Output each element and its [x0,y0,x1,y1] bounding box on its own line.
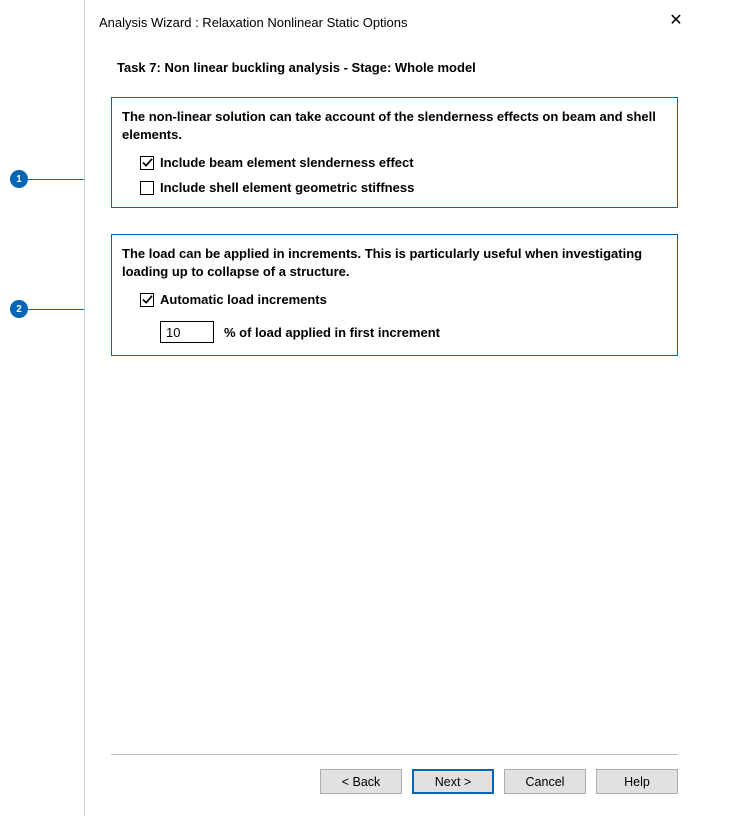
dialog-footer: < Back Next > Cancel Help [111,754,678,794]
shell-stiffness-row[interactable]: Include shell element geometric stiffnes… [140,180,667,195]
button-row: < Back Next > Cancel Help [111,769,678,794]
checkmark-icon [142,157,153,168]
dialog-title: Analysis Wizard : Relaxation Nonlinear S… [99,15,408,30]
close-icon[interactable]: ✕ [662,10,690,34]
checkmark-icon [142,294,153,305]
auto-increments-checkbox[interactable] [140,293,154,307]
first-increment-input[interactable] [160,321,214,343]
load-increments-description: The load can be applied in increments. T… [122,245,667,280]
titlebar: Analysis Wizard : Relaxation Nonlinear S… [85,0,704,42]
cancel-button[interactable]: Cancel [504,769,586,794]
back-button[interactable]: < Back [320,769,402,794]
slenderness-section: The non-linear solution can take account… [111,97,678,208]
dialog-window: Analysis Wizard : Relaxation Nonlinear S… [84,0,704,816]
first-increment-suffix: % of load applied in first increment [224,325,440,340]
load-increments-section: The load can be applied in increments. T… [111,234,678,356]
task-stage-label: Task 7: Non linear buckling analysis - S… [111,60,678,75]
shell-stiffness-checkbox[interactable] [140,181,154,195]
help-button[interactable]: Help [596,769,678,794]
auto-increments-label: Automatic load increments [160,292,327,307]
callout-badge-1: 1 [10,170,28,188]
dialog-content: Task 7: Non linear buckling analysis - S… [85,42,704,356]
auto-increments-row[interactable]: Automatic load increments [140,292,667,307]
slenderness-description: The non-linear solution can take account… [122,108,667,143]
first-increment-row: % of load applied in first increment [160,321,667,343]
shell-stiffness-label: Include shell element geometric stiffnes… [160,180,414,195]
next-button[interactable]: Next > [412,769,494,794]
callout-badge-2: 2 [10,300,28,318]
footer-separator [111,754,678,755]
beam-slenderness-checkbox[interactable] [140,156,154,170]
beam-slenderness-label: Include beam element slenderness effect [160,155,414,170]
beam-slenderness-row[interactable]: Include beam element slenderness effect [140,155,667,170]
